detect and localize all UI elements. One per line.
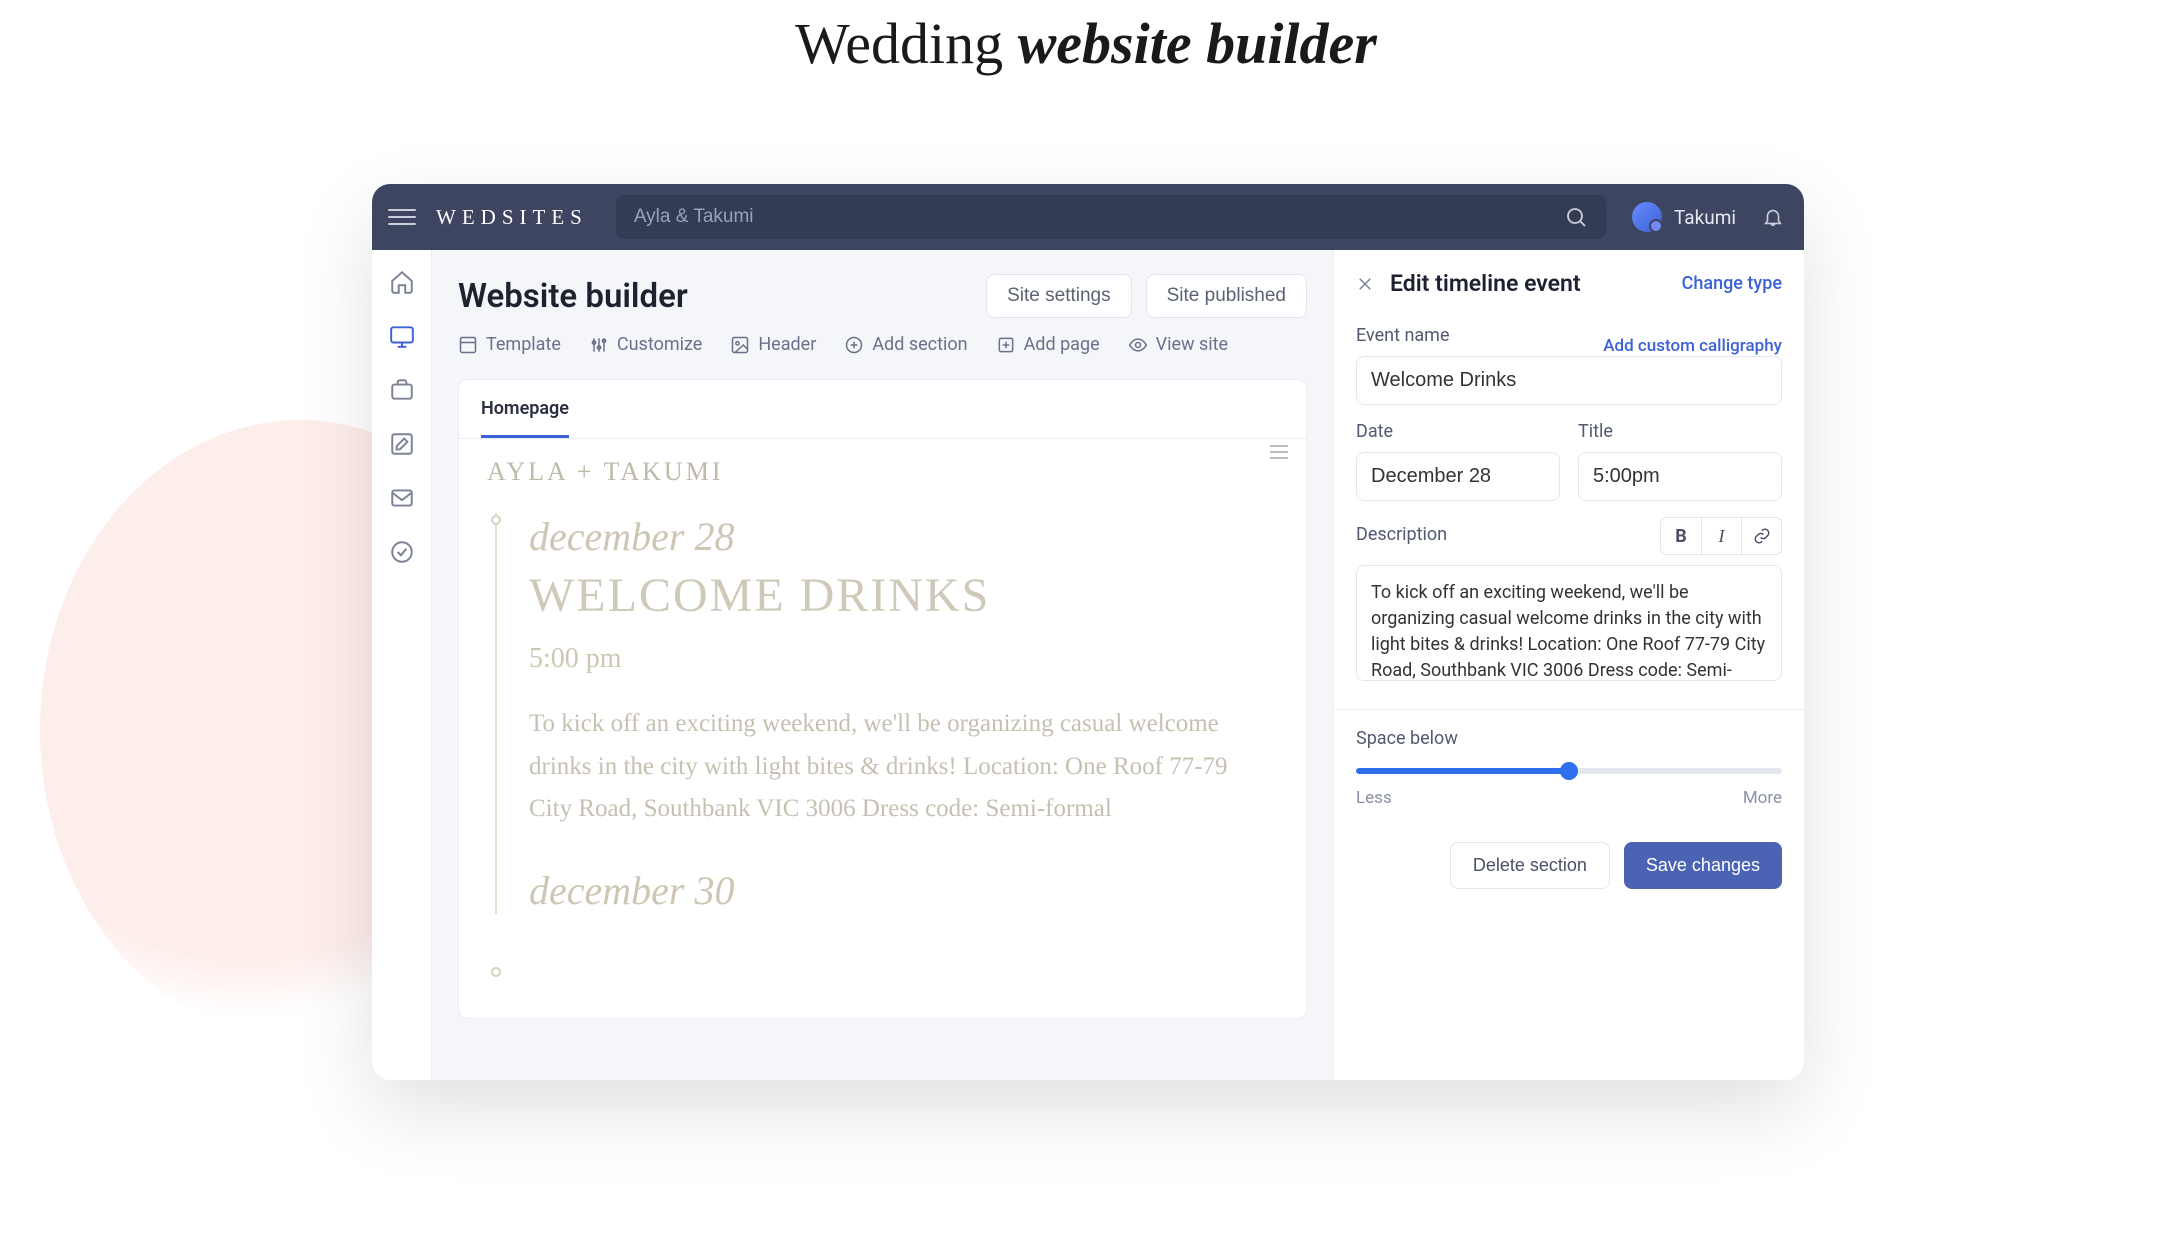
italic-button[interactable]: I: [1701, 518, 1741, 554]
tool-view-site[interactable]: View site: [1128, 334, 1228, 355]
date-input[interactable]: [1356, 452, 1560, 501]
divider: [1334, 709, 1804, 710]
link-button[interactable]: [1741, 518, 1781, 554]
builder-actions: Site settings Site published: [986, 274, 1307, 318]
hero-emphasis: website builder: [1018, 11, 1377, 76]
brand-logo: WEDSITES: [436, 205, 588, 230]
change-type-link[interactable]: Change type: [1682, 273, 1782, 294]
edit-panel: Edit timeline event Change type Event na…: [1333, 250, 1804, 1080]
tool-add-page[interactable]: Add page: [996, 334, 1100, 355]
timeline: december 28 WELCOME DRINKS 5:00 pm To ki…: [495, 513, 1278, 914]
tool-customize[interactable]: Customize: [589, 334, 702, 355]
rail-edit-icon[interactable]: [388, 430, 416, 458]
menu-icon[interactable]: [388, 203, 416, 231]
main-area: Website builder Site settings Site publi…: [432, 250, 1804, 1080]
side-rail: [372, 250, 432, 1080]
site-published-button[interactable]: Site published: [1146, 274, 1307, 318]
builder-header: Website builder Site settings Site publi…: [458, 274, 1307, 318]
timeline-title: WELCOME DRINKS: [529, 568, 1278, 623]
tool-customize-label: Customize: [617, 334, 702, 355]
topbar: WEDSITES Takumi: [372, 184, 1804, 250]
search-box[interactable]: [616, 195, 1606, 239]
tab-homepage[interactable]: Homepage: [481, 398, 569, 438]
search-icon[interactable]: [1564, 205, 1588, 229]
description-textarea[interactable]: [1356, 565, 1782, 681]
search-input[interactable]: [634, 206, 1564, 228]
rail-mail-icon[interactable]: [388, 484, 416, 512]
timeline-date: december 28: [529, 513, 1278, 560]
tool-header-label: Header: [758, 334, 816, 355]
panel-title: Edit timeline event: [1390, 270, 1581, 297]
rte-tools: B I: [1660, 517, 1782, 555]
timeline-time: 5:00 pm: [529, 643, 1278, 675]
couple-name: AYLA + TAKUMI: [487, 457, 1278, 487]
tab-strip: Homepage: [459, 380, 1306, 439]
panel-head-left: Edit timeline event: [1356, 270, 1581, 297]
slider-labels: Less More: [1356, 788, 1782, 808]
builder-pane: Website builder Site settings Site publi…: [432, 250, 1333, 1080]
panel-head: Edit timeline event Change type: [1334, 250, 1804, 317]
event-name-input[interactable]: [1356, 356, 1782, 405]
avatar: [1632, 202, 1662, 232]
title-input[interactable]: [1578, 452, 1782, 501]
close-icon[interactable]: [1356, 275, 1374, 293]
username: Takumi: [1674, 206, 1736, 229]
rail-home-icon[interactable]: [388, 268, 416, 296]
timeline-dot: [491, 967, 501, 977]
bell-icon[interactable]: [1762, 206, 1784, 228]
save-changes-button[interactable]: Save changes: [1624, 842, 1782, 889]
panel-body: Event name Add custom calligraphy Date T…: [1334, 317, 1804, 808]
tool-add-section[interactable]: Add section: [844, 334, 967, 355]
user-chip[interactable]: Takumi: [1632, 202, 1736, 232]
event-name-label: Event name: [1356, 325, 1450, 346]
builder-toolbar: Template Customize Header Add section Ad…: [458, 334, 1307, 355]
rail-briefcase-icon[interactable]: [388, 376, 416, 404]
add-calligraphy-link[interactable]: Add custom calligraphy: [1603, 336, 1782, 356]
builder-title: Website builder: [458, 277, 688, 316]
date-label: Date: [1356, 421, 1560, 442]
space-below-label: Space below: [1356, 728, 1782, 749]
rail-monitor-icon[interactable]: [388, 322, 416, 350]
space-below-slider[interactable]: [1356, 768, 1782, 774]
tool-add-page-label: Add page: [1024, 334, 1100, 355]
tool-header[interactable]: Header: [730, 334, 816, 355]
site-settings-button[interactable]: Site settings: [986, 274, 1132, 318]
title-label: Title: [1578, 421, 1782, 442]
tool-view-site-label: View site: [1156, 334, 1228, 355]
delete-section-button[interactable]: Delete section: [1450, 842, 1610, 889]
hero-prefix: Wedding: [795, 11, 1017, 76]
description-label: Description: [1356, 524, 1447, 545]
slider-more-label: More: [1743, 788, 1782, 808]
rail-check-icon[interactable]: [388, 538, 416, 566]
canvas: Homepage AYLA + TAKUMI december 28 WELCO…: [458, 379, 1307, 1019]
preview: AYLA + TAKUMI december 28 WELCOME DRINKS…: [459, 439, 1306, 914]
app-body: Website builder Site settings Site publi…: [372, 250, 1804, 1080]
timeline-dot: [491, 515, 501, 525]
tool-template-label: Template: [486, 334, 561, 355]
section-menu-icon[interactable]: [1270, 445, 1288, 459]
slider-less-label: Less: [1356, 788, 1392, 808]
bold-button[interactable]: B: [1661, 518, 1701, 554]
tool-template[interactable]: Template: [458, 334, 561, 355]
panel-footer: Delete section Save changes: [1334, 818, 1804, 913]
timeline-desc: To kick off an exciting weekend, we'll b…: [529, 703, 1229, 831]
app-window: WEDSITES Takumi Website builder: [372, 184, 1804, 1080]
tool-add-section-label: Add section: [872, 334, 967, 355]
page-hero: Wedding website builder: [0, 0, 2172, 77]
timeline-date: december 30: [529, 867, 1278, 914]
